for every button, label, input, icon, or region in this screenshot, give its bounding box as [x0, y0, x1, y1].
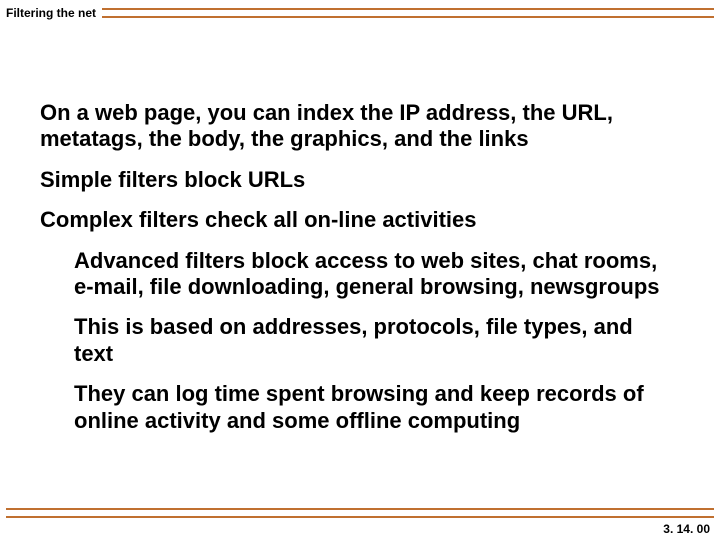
- page-number: 3. 14. 00: [663, 522, 710, 536]
- body-subparagraph: They can log time spent browsing and kee…: [74, 381, 670, 434]
- slide: Filtering the net On a web page, you can…: [0, 0, 720, 540]
- slide-body: On a web page, you can index the IP addr…: [40, 100, 670, 448]
- slide-title: Filtering the net: [6, 6, 96, 20]
- header-divider: [102, 8, 714, 18]
- slide-header: Filtering the net: [6, 6, 714, 20]
- body-subparagraph: This is based on addresses, protocols, f…: [74, 314, 670, 367]
- body-paragraph: On a web page, you can index the IP addr…: [40, 100, 670, 153]
- footer-divider: [6, 508, 714, 518]
- body-paragraph: Simple filters block URLs: [40, 167, 670, 193]
- body-paragraph: Complex filters check all on-line activi…: [40, 207, 670, 233]
- body-subparagraph: Advanced filters block access to web sit…: [74, 248, 670, 301]
